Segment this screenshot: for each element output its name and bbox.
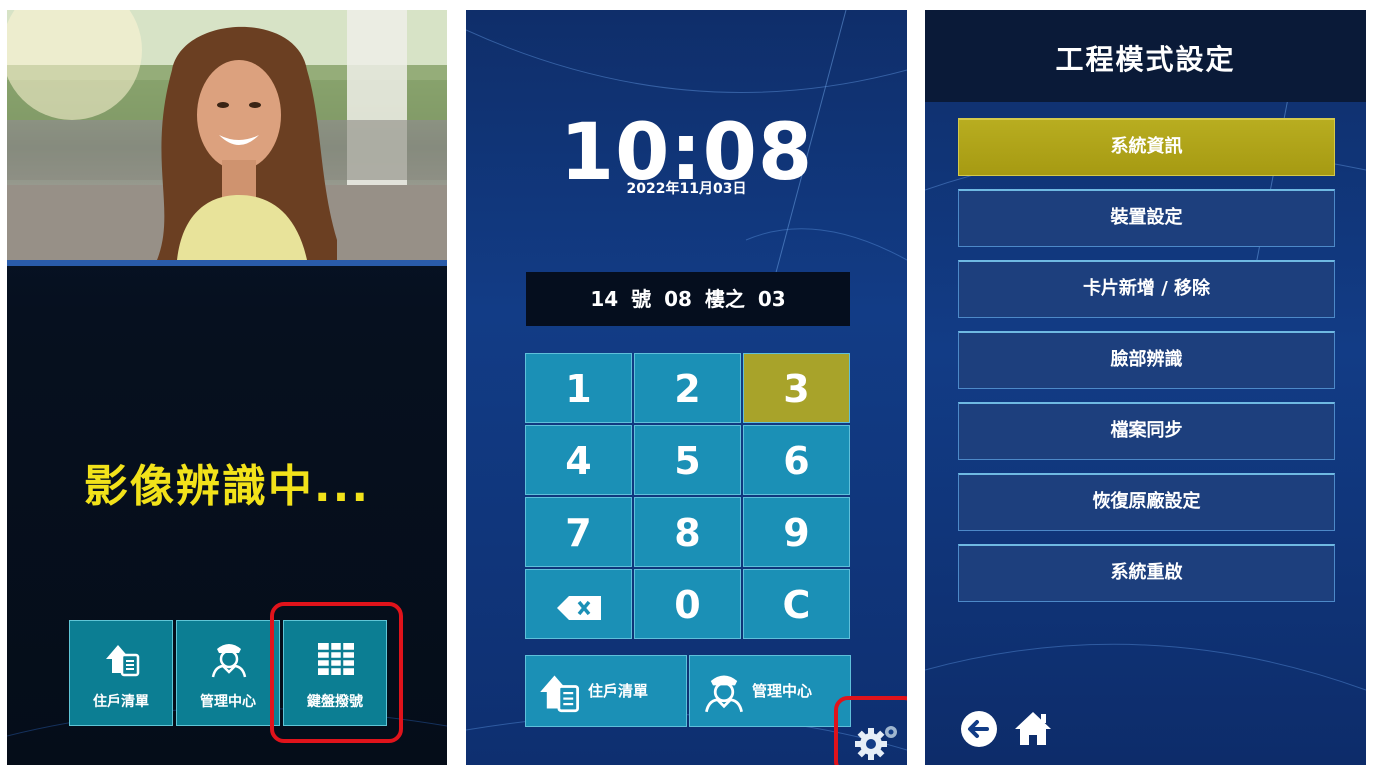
clock-date: 2022年11月03日 <box>626 181 747 197</box>
resident-list-label: 住戶清單 <box>588 682 649 700</box>
guard-icon <box>211 644 247 678</box>
menu-item-system-info[interactable]: 系統資訊 <box>958 118 1335 176</box>
key-3[interactable]: 3 <box>743 353 850 423</box>
management-center-label: 管理中心 <box>752 682 813 700</box>
resident-list-icon <box>106 645 140 677</box>
management-center-button[interactable]: 管理中心 <box>689 655 851 727</box>
keypad-dial-screen: 10:08 2022年11月03日 14 號 08 樓之 03 1 2 3 4 … <box>466 10 907 765</box>
resident-list-button[interactable]: 住戶清單 <box>525 655 687 727</box>
key-7[interactable]: 7 <box>525 497 632 567</box>
key-8[interactable]: 8 <box>634 497 741 567</box>
resident-list-label: 住戶清單 <box>93 694 149 710</box>
page-title: 工程模式設定 <box>1055 43 1236 76</box>
menu-item-file-sync[interactable]: 檔案同步 <box>958 402 1335 460</box>
backspace-key[interactable] <box>525 569 632 639</box>
clear-key[interactable]: C <box>743 569 850 639</box>
menu-item-face-recognition[interactable]: 臉部辨識 <box>958 331 1335 389</box>
management-center-button[interactable]: 管理中心 <box>176 620 280 726</box>
resident-list-icon <box>540 675 579 713</box>
camera-preview-image <box>7 10 447 260</box>
face-recognition-screen: 影像辨識中... 住戶清單 管理中心 鍵盤撥號 <box>7 10 447 765</box>
dial-number-display: 14 號 08 樓之 03 <box>526 272 850 326</box>
menu-item-factory-reset[interactable]: 恢復原廠設定 <box>958 473 1335 531</box>
back-arrow-icon[interactable] <box>957 707 1001 751</box>
resident-list-button[interactable]: 住戶清單 <box>69 620 173 726</box>
backspace-icon <box>556 595 601 620</box>
engineering-mode-screen: 工程模式設定 系統資訊 裝置設定 卡片新增 / 移除 臉部辨識 檔案同步 恢復原… <box>925 10 1366 765</box>
key-5[interactable]: 5 <box>634 425 741 495</box>
key-1[interactable]: 1 <box>525 353 632 423</box>
guard-icon <box>705 675 743 713</box>
recognizing-status-text: 影像辨識中... <box>83 461 371 512</box>
menu-item-card-add-remove[interactable]: 卡片新增 / 移除 <box>958 260 1335 318</box>
menu-item-system-restart[interactable]: 系統重啟 <box>958 544 1335 602</box>
menu-item-device-settings[interactable]: 裝置設定 <box>958 189 1335 247</box>
highlight-box-keypad <box>270 602 403 743</box>
highlight-box-settings <box>834 696 907 765</box>
photo-divider <box>7 260 447 266</box>
key-2[interactable]: 2 <box>634 353 741 423</box>
management-center-label: 管理中心 <box>200 694 256 710</box>
key-9[interactable]: 9 <box>743 497 850 567</box>
key-6[interactable]: 6 <box>743 425 850 495</box>
home-icon[interactable] <box>1011 707 1055 751</box>
key-4[interactable]: 4 <box>525 425 632 495</box>
key-0[interactable]: 0 <box>634 569 741 639</box>
